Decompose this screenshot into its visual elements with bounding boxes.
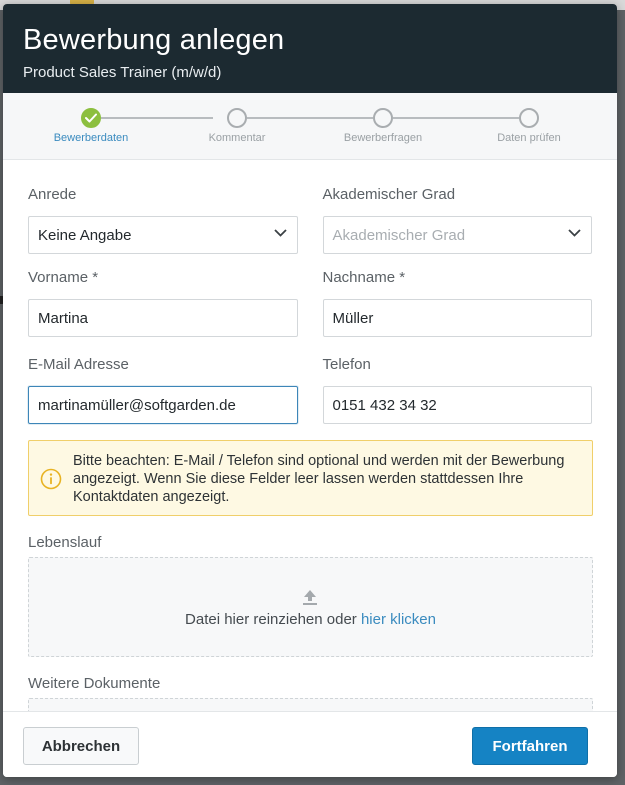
dialog-title: Bewerbung anlegen [23,24,285,56]
contact-info-notice: Bitte beachten: E-Mail / Telefon sind op… [28,440,593,516]
step-label-kommentar[interactable]: Kommentar [177,132,297,144]
create-application-dialog: Bewerbung anlegen Product Sales Trainer … [3,4,617,777]
academic-degree-select[interactable]: Akademischer Grad [322,216,592,254]
step-circle-icon[interactable] [373,108,393,128]
dialog-footer: Abbrechen Fortfahren [3,711,617,777]
salutation-value: Keine Angabe [38,226,132,244]
phone-label: Telefon [322,356,371,373]
step-label-bewerberdaten[interactable]: Bewerberdaten [31,132,151,144]
phone-input[interactable]: 0151 432 34 32 [322,386,592,424]
step-circle-icon[interactable] [227,108,247,128]
first-name-input[interactable]: Martina [28,299,298,337]
continue-button[interactable]: Fortfahren [472,727,588,765]
step-label-bewerberfragen[interactable]: Bewerberfragen [323,132,443,144]
step-label-daten-pruefen[interactable]: Daten prüfen [469,132,589,144]
last-name-label: Nachname * [322,269,406,286]
cancel-button[interactable]: Abbrechen [23,727,139,765]
email-value: martinamüller@softgarden.de [38,396,236,414]
job-title: Product Sales Trainer (m/w/d) [23,64,222,81]
academic-degree-placeholder: Akademischer Grad [332,226,466,244]
progress-stepper: Bewerberdaten Kommentar Bewerberfragen D… [3,93,617,160]
dialog-body[interactable]: Anrede Keine Angabe Akademischer Grad Ak… [3,160,617,711]
dialog-header: Bewerbung anlegen Product Sales Trainer … [3,4,617,93]
resume-dropzone[interactable]: Datei hier reinziehen oder hier klicken [28,557,593,657]
upload-icon [303,590,317,605]
salutation-label: Anrede [28,186,77,203]
first-name-label: Vorname * [28,269,99,286]
step-connector [247,117,373,119]
drop-instruction: Datei hier reinziehen oder [185,611,361,628]
phone-value: 0151 432 34 32 [332,396,437,414]
resume-drop-text: Datei hier reinziehen oder hier klicken [29,611,592,628]
email-input[interactable]: martinamüller@softgarden.de [28,386,298,424]
chevron-down-icon [273,229,287,237]
academic-degree-label: Akademischer Grad [322,186,456,203]
chevron-down-icon [568,229,581,237]
step-complete-check-icon[interactable] [81,108,101,128]
email-label: E-Mail Adresse [28,356,129,373]
more-documents-dropzone[interactable] [28,698,593,711]
upload-link[interactable]: hier klicken [361,611,436,628]
last-name-value: Müller [332,309,374,327]
notice-text: Bitte beachten: E-Mail / Telefon sind op… [73,453,565,505]
more-documents-label: Weitere Dokumente [28,675,161,692]
step-connector [101,117,213,119]
last-name-input[interactable]: Müller [322,299,592,337]
step-connector [393,117,519,119]
step-circle-icon[interactable] [519,108,539,128]
resume-label: Lebenslauf [28,534,102,551]
salutation-select[interactable]: Keine Angabe [28,216,298,254]
first-name-value: Martina [38,309,89,327]
info-icon [40,468,62,490]
